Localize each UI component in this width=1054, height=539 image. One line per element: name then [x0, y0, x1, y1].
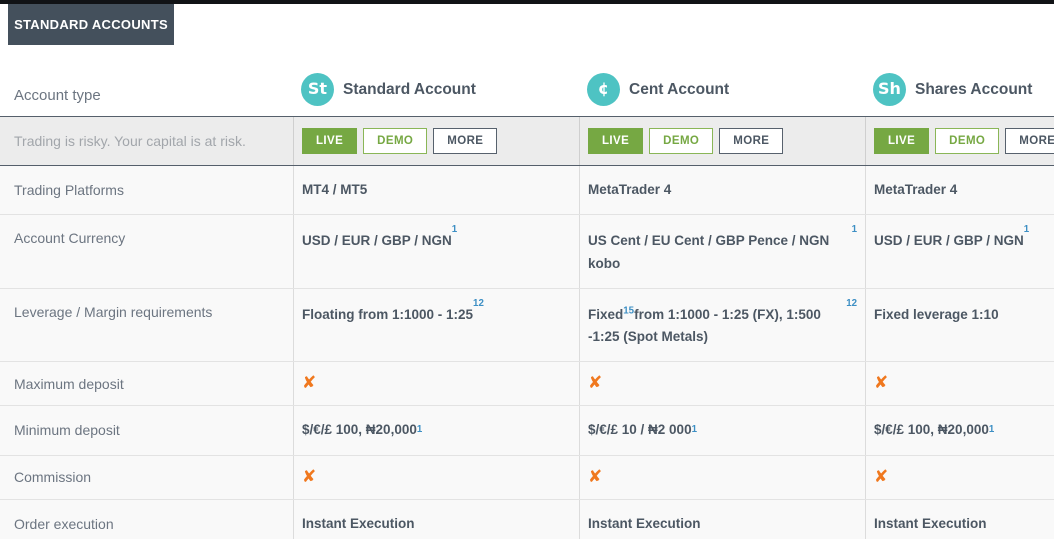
cross-icon: ✘ — [588, 375, 602, 392]
cell-text: US Cent / EU Cent / GBP Pence / NGN kobo — [588, 230, 852, 275]
table-row: Minimum deposit$/€/£ 100, ₦20,0001$/€/£ … — [0, 406, 1054, 455]
tab-standard-accounts[interactable]: STANDARD ACCOUNTS — [8, 4, 174, 45]
cell-cent-1: MetaTrader 4 — [579, 166, 865, 214]
cell-text: USD / EUR / GBP / NGN — [302, 230, 452, 252]
live-button-shares[interactable]: LIVE — [874, 128, 929, 154]
cell-cent-2: US Cent / EU Cent / GBP Pence / NGN kobo… — [579, 215, 865, 288]
row-label: Leverage / Margin requirements — [0, 289, 293, 362]
table-body: Trading Platforms MT4 / MT5 MetaTrader 4 Me… — [0, 166, 1054, 539]
actions-shares: LIVE DEMO MORE — [865, 117, 1054, 165]
cent-account-logo-icon: ¢ — [587, 73, 620, 106]
demo-button-shares[interactable]: DEMO — [935, 128, 999, 154]
cell-shares-4: ✘ — [865, 362, 1054, 405]
cell-shares-6: ✘ — [865, 456, 1054, 499]
cell-text: Fixed15from 1:1000 - 1:25 (FX), 1:500 -1… — [588, 304, 846, 349]
row-label: Account Currency — [0, 215, 293, 288]
live-button-standard[interactable]: LIVE — [302, 128, 357, 154]
cell-text: $/€/£ 100, ₦20,000 — [874, 419, 989, 441]
account-header-cent: ¢ Cent Account — [579, 53, 865, 116]
cell-shares-1: MetaTrader 4 — [865, 166, 1054, 214]
row-label: Minimum deposit — [0, 406, 293, 454]
cell-shares-7: Instant Execution — [865, 500, 1054, 539]
row-label: Commission — [0, 456, 293, 499]
cell-text: Instant Execution — [588, 513, 701, 535]
row-label: Trading Platforms — [0, 166, 293, 214]
cell-text: Instant Execution — [302, 513, 415, 535]
more-button-shares[interactable]: MORE — [1005, 128, 1054, 154]
account-header-shares: Sh Shares Account — [865, 53, 1054, 116]
shares-account-logo-icon: Sh — [873, 73, 906, 106]
cross-icon: ✘ — [302, 469, 316, 486]
demo-button-standard[interactable]: DEMO — [363, 128, 427, 154]
cell-text: MT4 / MT5 — [302, 179, 367, 201]
actions-cent: LIVE DEMO MORE — [579, 117, 865, 165]
cell-text: USD / EUR / GBP / NGN — [874, 230, 1024, 252]
cell-cent-4: ✘ — [579, 362, 865, 405]
cent-account-name: Cent Account — [629, 77, 729, 103]
accounts-table: Account type St Standard Account ¢ Cent … — [0, 53, 1054, 539]
cell-cent-7: Instant Execution — [579, 500, 865, 539]
cell-cent-3: Fixed15from 1:1000 - 1:25 (FX), 1:500 -1… — [579, 289, 865, 362]
standard-account-name: Standard Account — [343, 77, 476, 103]
cell-standard-5: $/€/£ 100, ₦20,0001 — [293, 406, 579, 454]
table-header-row: Account type St Standard Account ¢ Cent … — [0, 53, 1054, 117]
actions-standard: LIVE DEMO MORE — [293, 117, 579, 165]
cell-standard-3: Floating from 1:1000 - 1:2512 — [293, 289, 579, 362]
cell-standard-6: ✘ — [293, 456, 579, 499]
cell-shares-5: $/€/£ 100, ₦20,0001 — [865, 406, 1054, 454]
cell-shares-3: Fixed leverage 1:10 — [865, 289, 1054, 362]
accounts-comparison-page: STANDARD ACCOUNTS Account type St Standa… — [0, 0, 1054, 539]
shares-account-name: Shares Account — [915, 77, 1032, 103]
account-type-header: Account type — [0, 53, 293, 116]
footnote-marker: 15 — [623, 305, 634, 316]
cell-shares-2: USD / EUR / GBP / NGN 1 — [865, 215, 1054, 288]
cell-text: $/€/£ 10 / ₦2 000 — [588, 419, 692, 441]
cell-cent-6: ✘ — [579, 456, 865, 499]
cross-icon: ✘ — [588, 469, 602, 486]
risk-warning-text: Trading is risky. Your capital is at ris… — [0, 117, 293, 165]
table-row: Commission ✘ ✘ ✘ — [0, 456, 1054, 500]
cell-text: Fixed leverage 1:10 — [874, 304, 999, 326]
cell-text: MetaTrader 4 — [874, 179, 957, 201]
cell-standard-2: USD / EUR / GBP / NGN 1 — [293, 215, 579, 288]
cross-icon: ✘ — [874, 375, 888, 392]
cross-icon: ✘ — [302, 375, 316, 392]
cross-icon: ✘ — [874, 469, 888, 486]
more-button-standard[interactable]: MORE — [433, 128, 497, 154]
tab-label: STANDARD ACCOUNTS — [14, 17, 168, 32]
table-row: Account CurrencyUSD / EUR / GBP / NGN 1U… — [0, 215, 1054, 289]
cell-standard-1: MT4 / MT5 — [293, 166, 579, 214]
cell-standard-4: ✘ — [293, 362, 579, 405]
live-button-cent[interactable]: LIVE — [588, 128, 643, 154]
table-row: Trading Platforms MT4 / MT5 MetaTrader 4 Me… — [0, 166, 1054, 215]
table-row: Maximum deposit ✘ ✘ ✘ — [0, 362, 1054, 406]
row-label: Maximum deposit — [0, 362, 293, 405]
more-button-cent[interactable]: MORE — [719, 128, 783, 154]
cell-cent-5: $/€/£ 10 / ₦2 0001 — [579, 406, 865, 454]
row-label: Order execution — [0, 500, 293, 539]
cell-text: Floating from 1:1000 - 1:25 — [302, 304, 473, 326]
cell-text: Instant Execution — [874, 513, 987, 535]
cell-standard-7: Instant Execution — [293, 500, 579, 539]
account-header-standard: St Standard Account — [293, 53, 579, 116]
standard-account-logo-icon: St — [301, 73, 334, 106]
cell-text: $/€/£ 100, ₦20,000 — [302, 419, 417, 441]
table-row: Order execution Instant Execution Instant … — [0, 500, 1054, 539]
demo-button-cent[interactable]: DEMO — [649, 128, 713, 154]
cell-text: MetaTrader 4 — [588, 179, 671, 201]
tab-bar: STANDARD ACCOUNTS — [0, 4, 1054, 45]
table-row: Leverage / Margin requirementsFloating f… — [0, 289, 1054, 363]
risk-warning-row: Trading is risky. Your capital is at ris… — [0, 117, 1054, 166]
